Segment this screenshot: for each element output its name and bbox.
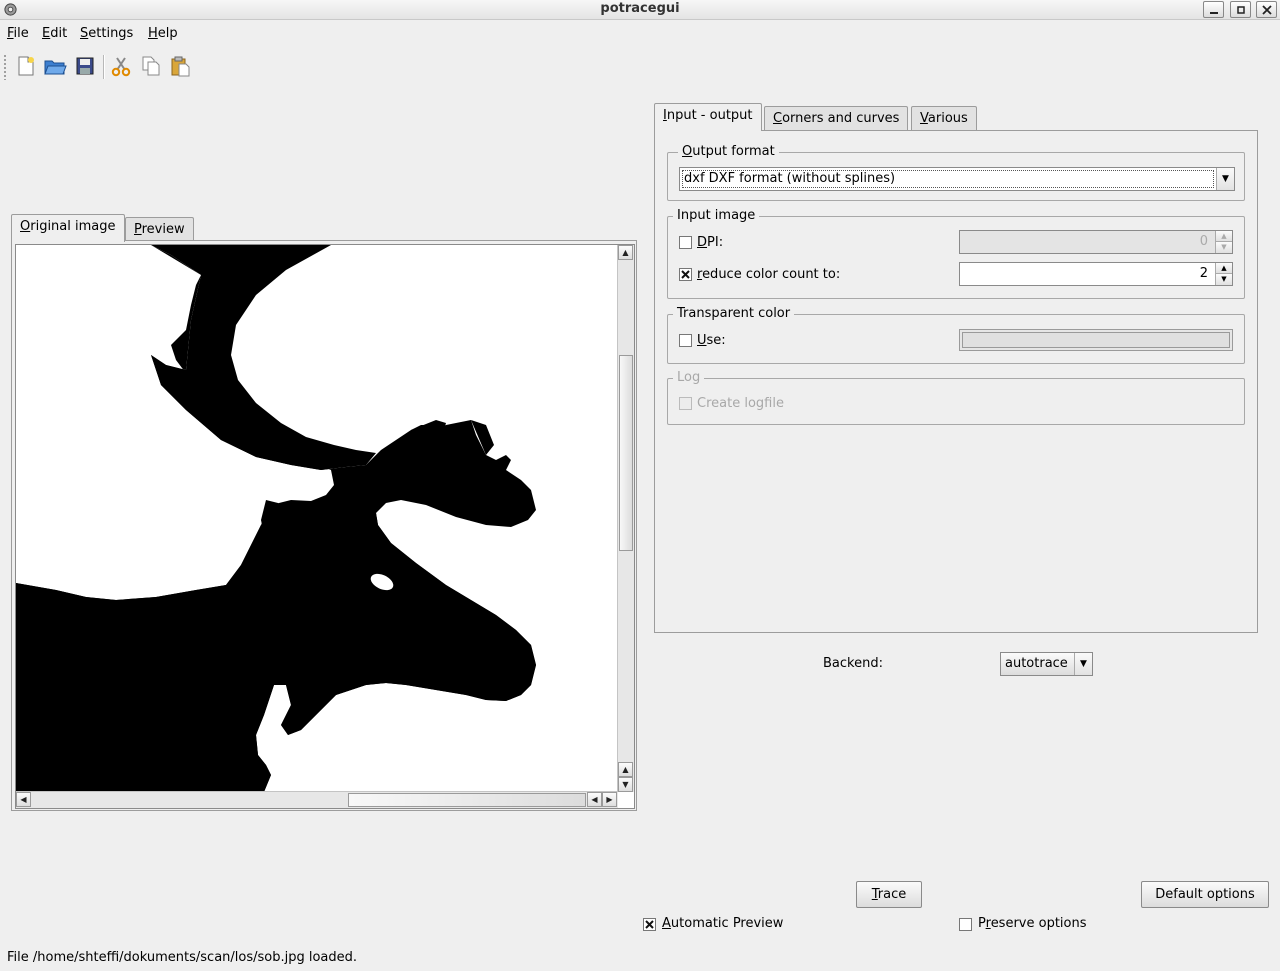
transparent-color-legend: Transparent color <box>673 306 795 321</box>
reduce-color-label: reduce color count to: <box>697 267 841 282</box>
image-view[interactable]: ▲ ▲ ▼ ◀ ◀ ▶ <box>15 244 635 809</box>
input-image-legend: Input image <box>673 208 760 223</box>
title-bar: potracegui <box>0 0 1280 20</box>
open-folder-icon <box>44 60 67 75</box>
dpi-value: 0 <box>1199 234 1208 249</box>
dpi-checkbox[interactable] <box>679 236 692 249</box>
color-picker-button[interactable] <box>959 329 1233 351</box>
reduce-color-value: 2 <box>1199 266 1208 281</box>
minimize-icon <box>1209 11 1218 14</box>
new-document-icon <box>18 56 34 76</box>
backend-label: Backend: <box>823 656 883 671</box>
create-logfile-label: Create logfile <box>697 396 784 411</box>
new-button[interactable] <box>13 53 39 79</box>
menu-bar: File Edit Settings Help <box>0 23 1280 45</box>
scroll-left-button-right[interactable]: ◀ <box>587 792 602 807</box>
maximize-icon <box>1236 5 1245 14</box>
horizontal-scroll-thumb[interactable] <box>348 793 586 807</box>
backend-value: autotrace <box>1005 656 1068 671</box>
maximize-button[interactable] <box>1230 1 1251 18</box>
dpi-spinbox[interactable]: 0 ▲ ▼ <box>959 230 1233 254</box>
scroll-up-button[interactable]: ▲ <box>618 245 633 260</box>
scroll-down-button[interactable]: ▼ <box>618 777 633 792</box>
preserve-options-checkbox[interactable] <box>959 918 972 931</box>
chevron-down-icon[interactable]: ▼ <box>1216 168 1234 190</box>
automatic-preview-check-x-icon <box>645 920 654 929</box>
create-logfile-checkbox[interactable] <box>679 397 692 410</box>
menu-file[interactable]: File <box>7 26 29 41</box>
vertical-scrollbar[interactable]: ▲ ▲ ▼ <box>617 245 634 792</box>
reduce-down-icon[interactable]: ▼ <box>1216 274 1232 285</box>
toolbar-grip[interactable] <box>3 54 7 80</box>
horizontal-scrollbar[interactable]: ◀ ◀ ▶ <box>16 791 618 808</box>
tab-original-image[interactable]: Original image <box>11 214 125 242</box>
backend-chevron-down-icon[interactable]: ▼ <box>1074 653 1092 675</box>
paste-icon <box>171 56 190 77</box>
toolbar-separator <box>103 55 105 79</box>
paste-button[interactable] <box>167 53 193 79</box>
vertical-scroll-thumb[interactable] <box>619 355 633 551</box>
close-icon <box>1261 4 1272 15</box>
cut-button[interactable] <box>108 53 134 79</box>
automatic-preview-checkbox[interactable] <box>643 918 656 931</box>
check-x-icon <box>681 270 690 279</box>
status-bar-message: File /home/shteffi/dokuments/scan/los/so… <box>7 950 358 965</box>
use-transparent-label: Use: <box>697 333 726 348</box>
dpi-spin-buttons: ▲ ▼ <box>1215 231 1232 253</box>
reduce-color-spin-buttons: ▲ ▼ <box>1215 263 1232 285</box>
open-button[interactable] <box>42 53 68 79</box>
scroll-up-button-lower[interactable]: ▲ <box>618 762 633 777</box>
reduce-color-spinbox[interactable]: 2 ▲ ▼ <box>959 262 1233 286</box>
minimize-button[interactable] <box>1203 1 1224 18</box>
reduce-color-checkbox[interactable] <box>679 268 692 281</box>
menu-help[interactable]: Help <box>148 26 178 41</box>
default-options-button[interactable]: Default options <box>1141 881 1269 908</box>
window-title: potracegui <box>600 1 680 16</box>
scroll-left-button[interactable]: ◀ <box>16 792 31 807</box>
tab-corners-and-curves[interactable]: Corners and curves <box>764 106 909 131</box>
preserve-options-label: Preserve options <box>978 916 1087 931</box>
toolbar <box>0 50 300 82</box>
save-icon <box>76 57 94 75</box>
use-transparent-checkbox[interactable] <box>679 334 692 347</box>
tab-various[interactable]: Various <box>911 106 977 131</box>
input-image-group: Input image DPI: 0 ▲ ▼ reduce color coun… <box>667 208 1245 299</box>
output-format-legend: Output format <box>678 144 779 159</box>
save-button[interactable] <box>72 53 98 79</box>
output-format-select[interactable]: dxf DXF format (without splines) ▼ <box>679 167 1235 191</box>
reduce-up-icon[interactable]: ▲ <box>1216 263 1232 274</box>
log-legend: Log <box>673 370 705 385</box>
output-format-group: Output format dxf DXF format (without sp… <box>667 144 1245 201</box>
trace-button[interactable]: Trace <box>856 881 922 908</box>
log-group: Log Create logfile <box>667 370 1245 425</box>
image-panel: ▲ ▲ ▼ ◀ ◀ ▶ <box>11 240 637 811</box>
menu-settings[interactable]: Settings <box>80 26 133 41</box>
copy-icon <box>142 56 160 76</box>
cut-icon <box>111 57 131 77</box>
dpi-label: DPI: <box>697 235 724 250</box>
dpi-down-icon[interactable]: ▼ <box>1216 242 1232 253</box>
transparent-color-group: Transparent color Use: <box>667 306 1245 364</box>
automatic-preview-label: Automatic Preview <box>662 916 784 931</box>
scroll-right-button[interactable]: ▶ <box>602 792 617 807</box>
tab-input-output[interactable]: Input - output <box>654 103 762 131</box>
settings-panel: Output format dxf DXF format (without sp… <box>654 130 1258 633</box>
color-swatch <box>962 332 1230 348</box>
copy-button[interactable] <box>138 53 164 79</box>
reindeer-silhouette-image <box>16 245 536 792</box>
close-button[interactable] <box>1256 1 1277 18</box>
menu-edit[interactable]: Edit <box>42 26 67 41</box>
tab-preview[interactable]: Preview <box>125 217 194 242</box>
backend-select[interactable]: autotrace ▼ <box>1000 652 1093 676</box>
dpi-up-icon[interactable]: ▲ <box>1216 231 1232 242</box>
output-format-value: dxf DXF format (without splines) <box>684 171 896 186</box>
